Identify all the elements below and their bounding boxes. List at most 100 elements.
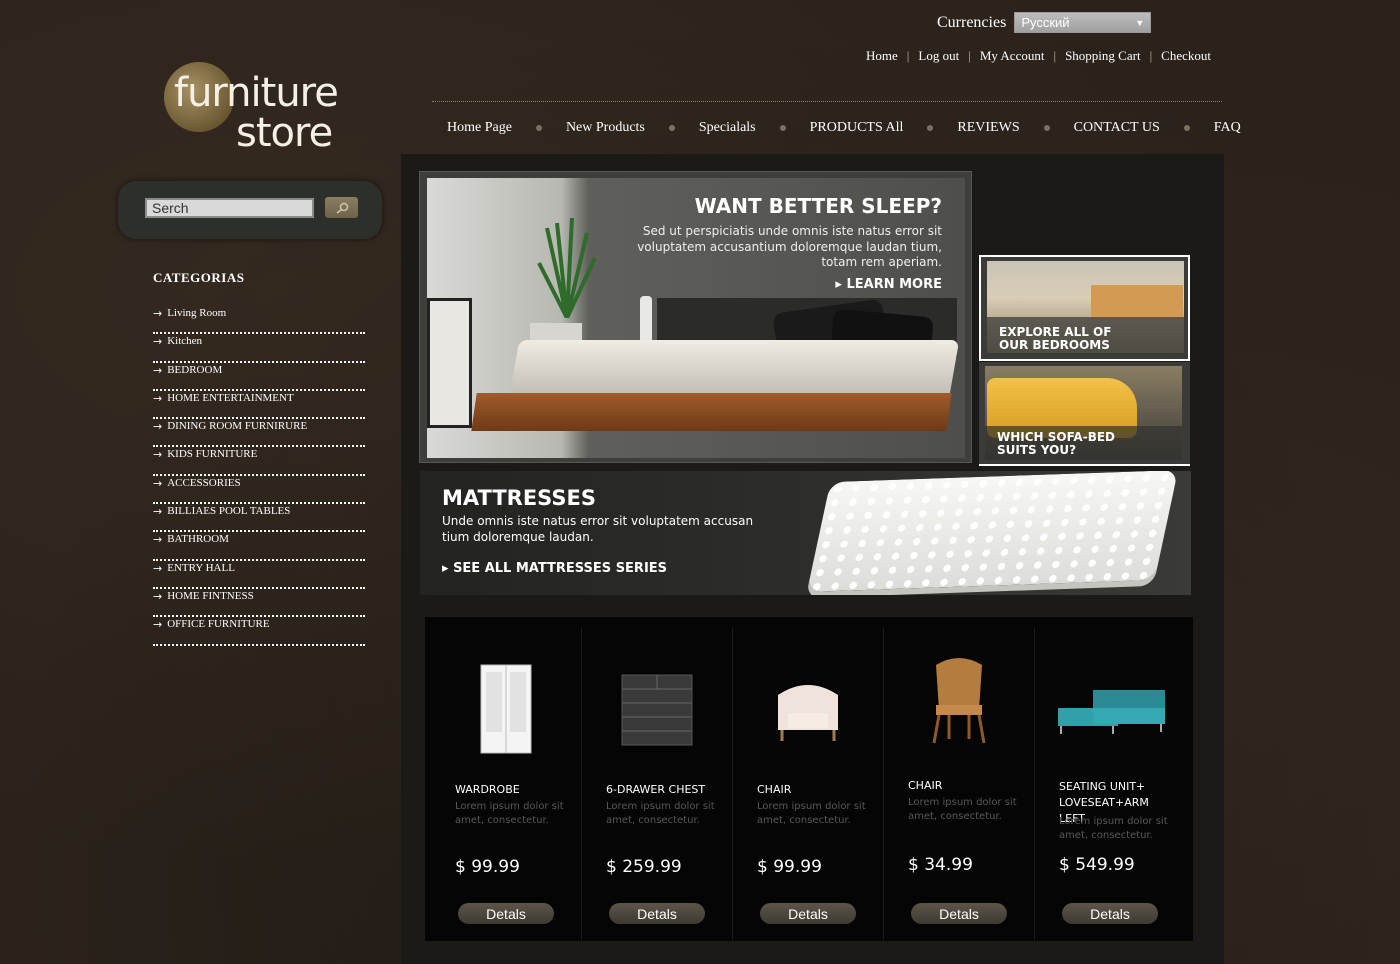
mattresses-text: Unde omnis iste natus error sit voluptat… xyxy=(442,514,754,544)
product-name[interactable]: 6-DRAWER CHEST xyxy=(606,782,724,798)
my-account-link[interactable]: My Account xyxy=(971,48,1054,64)
chest-icon[interactable] xyxy=(607,655,707,765)
product-card: 6-DRAWER CHEST Lorem ipsum dolor sit ame… xyxy=(582,627,733,941)
nav-new-products[interactable]: New Products xyxy=(555,120,656,136)
category-item[interactable]: → KIDS FURNITURE xyxy=(153,447,365,476)
arrow-right-icon: → xyxy=(153,391,163,405)
triangle-right-icon: ▸ xyxy=(442,561,454,576)
account-links: Home | Log out | My Account | Shopping Cart… xyxy=(857,48,1220,64)
currencies-label: Currencies xyxy=(937,13,1007,31)
nav-faq[interactable]: FAQ xyxy=(1203,120,1252,136)
home-link[interactable]: Home xyxy=(857,48,907,64)
nav-dot xyxy=(668,125,675,131)
sleep-banner[interactable]: WANT BETTER SLEEP? Sed ut perspiciatis u… xyxy=(419,171,972,463)
details-button[interactable]: Detals xyxy=(760,903,856,924)
product-price: $ 99.99 xyxy=(455,857,520,877)
nav-specials[interactable]: Specialals xyxy=(688,120,767,136)
details-button[interactable]: Detals xyxy=(458,903,554,924)
product-name[interactable]: CHAIR xyxy=(908,778,1026,794)
category-item[interactable]: → BATHROOM xyxy=(153,532,365,561)
see-all-mattresses-link[interactable]: ▸ SEE ALL MATTRESSES SERIES xyxy=(442,561,667,576)
bedrooms-caption: EXPLORE ALL OF OUR BEDROOMS xyxy=(999,326,1111,352)
arrow-right-icon: → xyxy=(153,335,163,349)
nav-products-all[interactable]: PRODUCTS All xyxy=(799,120,915,136)
dropdown-arrow-icon: ▼ xyxy=(1135,17,1145,28)
category-label: BILLIAES POOL TABLES xyxy=(167,505,291,518)
search-button[interactable] xyxy=(325,197,358,218)
nav-reviews[interactable]: REVIEWS xyxy=(946,120,1030,136)
currency-select[interactable]: Русский ▼ xyxy=(1014,12,1152,33)
banner-text: Sed ut perspiciatis unde omnis iste natu… xyxy=(637,224,942,269)
bedrooms-banner[interactable]: EXPLORE ALL OF OUR BEDROOMS xyxy=(979,255,1190,361)
category-label: BATHROOM xyxy=(167,533,229,546)
category-label: OFFICE FURNITURE xyxy=(167,618,270,631)
wicker-chair-icon[interactable] xyxy=(909,645,1009,755)
category-item[interactable]: → BEDROOM xyxy=(153,363,365,391)
category-item[interactable]: → BILLIAES POOL TABLES xyxy=(153,504,365,533)
product-card: CHAIR Lorem ipsum dolor sit amet, consec… xyxy=(884,627,1035,941)
category-item[interactable]: → Kitchen xyxy=(153,334,365,363)
details-button[interactable]: Detals xyxy=(911,903,1007,924)
mattresses-title: MATTRESSES xyxy=(442,486,596,510)
category-list: → Living Room → Kitchen → BEDROOM → HOME ENTERT… xyxy=(153,306,365,646)
learn-more-link[interactable]: ▸ LEARN MORE xyxy=(835,277,942,292)
arrow-right-icon: → xyxy=(153,476,163,490)
sectional-sofa-icon[interactable] xyxy=(1050,655,1170,765)
category-item[interactable]: → ENTRY HALL xyxy=(153,561,365,589)
category-item[interactable]: → OFFICE FURNITURE xyxy=(153,617,365,646)
product-name[interactable]: WARDROBE xyxy=(455,782,573,798)
logout-link[interactable]: Log out xyxy=(909,48,968,64)
site-logo[interactable]: furniture store xyxy=(164,62,364,156)
currency-selected: Русский xyxy=(1021,15,1070,30)
bed-shape xyxy=(1091,285,1183,320)
nav-contact-us[interactable]: CONTACT US xyxy=(1063,120,1171,136)
product-card: CHAIR Lorem ipsum dolor sit amet, consec… xyxy=(733,627,884,941)
checkout-link[interactable]: Checkout xyxy=(1152,48,1220,64)
search-input[interactable]: Serch xyxy=(145,198,314,218)
arrow-right-icon: → xyxy=(153,448,163,462)
bed-frame xyxy=(471,393,952,431)
category-label: KIDS FURNITURE xyxy=(167,448,258,461)
product-name[interactable]: CHAIR xyxy=(757,782,875,798)
sofa-caption: WHICH SOFA-BED SUITS YOU? xyxy=(997,431,1115,457)
product-desc: Lorem ipsum dolor sit amet, consectetur. xyxy=(606,801,715,826)
product-desc: Lorem ipsum dolor sit amet, consectetur. xyxy=(1059,816,1168,841)
wardrobe-icon[interactable] xyxy=(456,655,556,765)
category-item[interactable]: → ACCESSORIES xyxy=(153,476,365,505)
categories-sidebar: CATEGORIAS → Living Room → Kitchen → BEDROOM →… xyxy=(153,270,365,646)
categories-title: CATEGORIAS xyxy=(153,270,245,285)
category-item[interactable]: → HOME FINTNESS xyxy=(153,589,365,618)
category-item[interactable]: → HOME ENTERTAINMENT xyxy=(153,391,365,420)
learn-more-label: LEARN MORE xyxy=(846,277,942,292)
product-desc: Lorem ipsum dolor sit amet, consectetur. xyxy=(908,797,1017,822)
plant-icon xyxy=(537,218,597,318)
product-grid: WARDROBE Lorem ipsum dolor sit amet, con… xyxy=(425,617,1193,941)
arrow-right-icon: → xyxy=(153,561,163,575)
category-item[interactable]: → DINING ROOM FURNIRURE xyxy=(153,419,365,448)
arrow-right-icon: → xyxy=(153,363,163,377)
category-label: DINING ROOM FURNIRURE xyxy=(167,420,308,433)
category-label: ACCESSORIES xyxy=(167,476,241,489)
category-item[interactable]: → Living Room xyxy=(153,306,365,335)
caption-line: OUR BEDROOMS xyxy=(999,338,1110,352)
sofa-bed-banner[interactable]: WHICH SOFA-BED SUITS YOU? xyxy=(979,362,1190,466)
caption-line: SUITS YOU? xyxy=(997,443,1077,457)
mattresses-banner[interactable]: MATTRESSES Unde omnis iste natus error s… xyxy=(420,471,1191,595)
details-button[interactable]: Detals xyxy=(1062,903,1158,924)
nav-dot xyxy=(927,125,934,131)
category-label: HOME FINTNESS xyxy=(167,589,254,602)
details-button[interactable]: Detals xyxy=(609,903,705,924)
nav-divider xyxy=(432,101,1222,102)
category-label: HOME ENTERTAINMENT xyxy=(167,391,294,404)
product-desc: Lorem ipsum dolor sit amet, consectetur. xyxy=(455,801,564,826)
shopping-cart-link[interactable]: Shopping Cart xyxy=(1056,48,1149,64)
arrow-right-icon: → xyxy=(153,589,163,603)
nav-dot xyxy=(779,125,786,131)
arrow-right-icon: → xyxy=(153,533,163,547)
mattress-image xyxy=(806,471,1179,592)
nav-home-page[interactable]: Home Page xyxy=(436,120,523,136)
currency-switcher: Currencies Русский ▼ xyxy=(937,12,1152,33)
search-icon xyxy=(336,202,348,214)
arrow-right-icon: → xyxy=(153,307,163,320)
armchair-icon[interactable] xyxy=(758,655,858,765)
